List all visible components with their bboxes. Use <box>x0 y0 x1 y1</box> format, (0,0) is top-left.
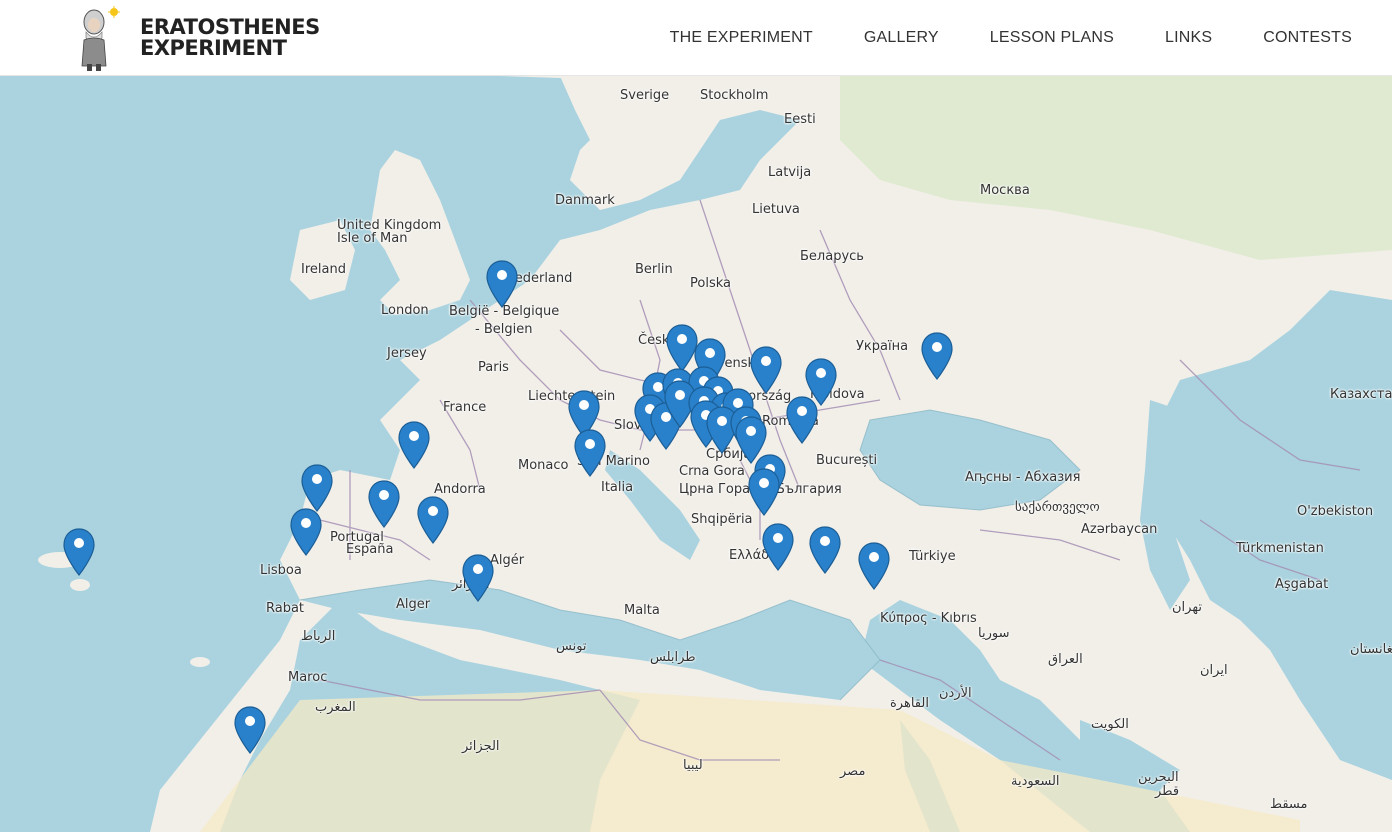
map-label: France <box>443 400 487 415</box>
map-label: Lisboa <box>260 563 302 578</box>
map-label: Κύπρος - Kıbrıs <box>880 611 977 626</box>
map-label: ایران <box>1200 663 1228 678</box>
map-pin-icon[interactable] <box>462 554 494 602</box>
map-label: - Belgien <box>475 322 533 337</box>
map-pin-icon[interactable] <box>290 508 322 556</box>
map-label: Lietuva <box>752 202 800 217</box>
map-pin-icon[interactable] <box>398 421 430 469</box>
map-label: Latvija <box>768 165 812 180</box>
map-pin-icon[interactable] <box>750 346 782 394</box>
map-label: Andorra <box>434 482 486 497</box>
map-label: ليبيا <box>683 758 703 773</box>
map-label: Polska <box>690 276 731 291</box>
nav-links[interactable]: LINKS <box>1165 29 1212 47</box>
map-basemap <box>0 76 1392 832</box>
map-label: السعودية <box>1011 774 1060 789</box>
map-pin-icon[interactable] <box>921 332 953 380</box>
map-label: المغرب <box>315 700 356 715</box>
main-nav: THE EXPERIMENT GALLERY LESSON PLANS LINK… <box>619 0 1352 75</box>
map-label: طرابلس <box>650 650 696 665</box>
map-label: الكويت <box>1091 717 1129 732</box>
map-label: القاهرة <box>890 696 929 711</box>
map-label: Isle of Man <box>337 231 408 246</box>
map-label: مسقط <box>1270 797 1308 812</box>
map-label: Monaco <box>518 458 569 473</box>
map-label: Türkiye <box>909 549 956 564</box>
map-label: Ireland <box>301 262 346 277</box>
map-pin-icon[interactable] <box>762 523 794 571</box>
map-label: Aşgabat <box>1275 577 1329 592</box>
map-label: Москва <box>980 183 1030 198</box>
map-label: Казахстан <box>1330 387 1392 402</box>
map-label: Alger <box>396 597 431 612</box>
map-label: البحرين <box>1138 770 1179 785</box>
map-label: Malta <box>624 603 660 618</box>
nav-the-experiment[interactable]: THE EXPERIMENT <box>670 29 813 47</box>
map-label: Crna Gora <box>679 464 745 479</box>
map-label: مصر <box>840 764 866 779</box>
map-label: Аҧсны - Абхазия <box>965 470 1081 485</box>
map-label: Rabat <box>266 601 305 616</box>
map-label: افغانستان <box>1350 642 1392 657</box>
map-label: قطر <box>1155 784 1180 799</box>
map-view[interactable]: Sverige Stockholm Eesti Latvija Lietuva Москв… <box>0 76 1392 832</box>
logo-line-2: EXPERIMENT <box>140 36 287 60</box>
logo-text: ERATOSTHENES EXPERIMENT <box>140 17 320 59</box>
map-label: الجزائر <box>462 739 500 754</box>
map-pin-icon[interactable] <box>748 468 780 516</box>
map-pin-icon[interactable] <box>368 480 400 528</box>
nav-contests[interactable]: CONTESTS <box>1263 29 1352 47</box>
map-label: Україна <box>856 339 909 354</box>
map-label: سوريا <box>978 626 1010 641</box>
map-label: საქართველო <box>1015 500 1100 515</box>
map-label: București <box>816 453 878 468</box>
map-pin-icon[interactable] <box>63 528 95 576</box>
map-pin-icon[interactable] <box>301 464 333 512</box>
nav-lesson-plans[interactable]: LESSON PLANS <box>990 29 1114 47</box>
map-label: O'zbekiston <box>1297 504 1374 519</box>
map-label: Shqipëria <box>691 512 753 527</box>
site-header: ERATOSTHENES EXPERIMENT THE EXPERIMENT G… <box>0 0 1392 76</box>
eratosthenes-figure-logo <box>81 6 120 71</box>
map-label: تونس <box>556 639 587 654</box>
logo[interactable]: ERATOSTHENES EXPERIMENT <box>70 2 340 72</box>
map-pin-icon[interactable] <box>809 526 841 574</box>
map-label: العراق <box>1048 652 1083 667</box>
map-label: Stockholm <box>700 88 769 103</box>
map-label: Türkmenistan <box>1236 541 1324 556</box>
map-label: Eesti <box>784 112 816 127</box>
map-label: Azərbaycan <box>1081 522 1158 537</box>
map-label: Беларусь <box>800 249 864 264</box>
map-label: Sverige <box>620 88 670 103</box>
map-label: España <box>346 542 394 557</box>
map-label: تهران <box>1172 600 1202 615</box>
map-label: الرباط <box>301 629 336 644</box>
map-label: London <box>381 303 429 318</box>
map-label: Algér <box>490 553 525 568</box>
map-label: Црна Гора <box>679 482 751 497</box>
map-pin-icon[interactable] <box>234 706 266 754</box>
logo-line-1: ERATOSTHENES <box>140 15 320 39</box>
nav-gallery[interactable]: GALLERY <box>864 29 939 47</box>
map-pin-icon[interactable] <box>417 496 449 544</box>
map-pin-icon[interactable] <box>786 396 818 444</box>
map-pin-icon[interactable] <box>574 429 606 477</box>
map-label: Maroc <box>288 670 328 685</box>
map-pin-icon[interactable] <box>486 260 518 308</box>
map-label: Italia <box>601 480 634 495</box>
map-label: Danmark <box>555 193 615 208</box>
map-label: Berlin <box>635 262 673 277</box>
map-label: الأردن <box>939 686 972 701</box>
map-label: Paris <box>478 360 509 375</box>
map-label: Jersey <box>387 346 427 361</box>
map-pin-icon[interactable] <box>858 542 890 590</box>
